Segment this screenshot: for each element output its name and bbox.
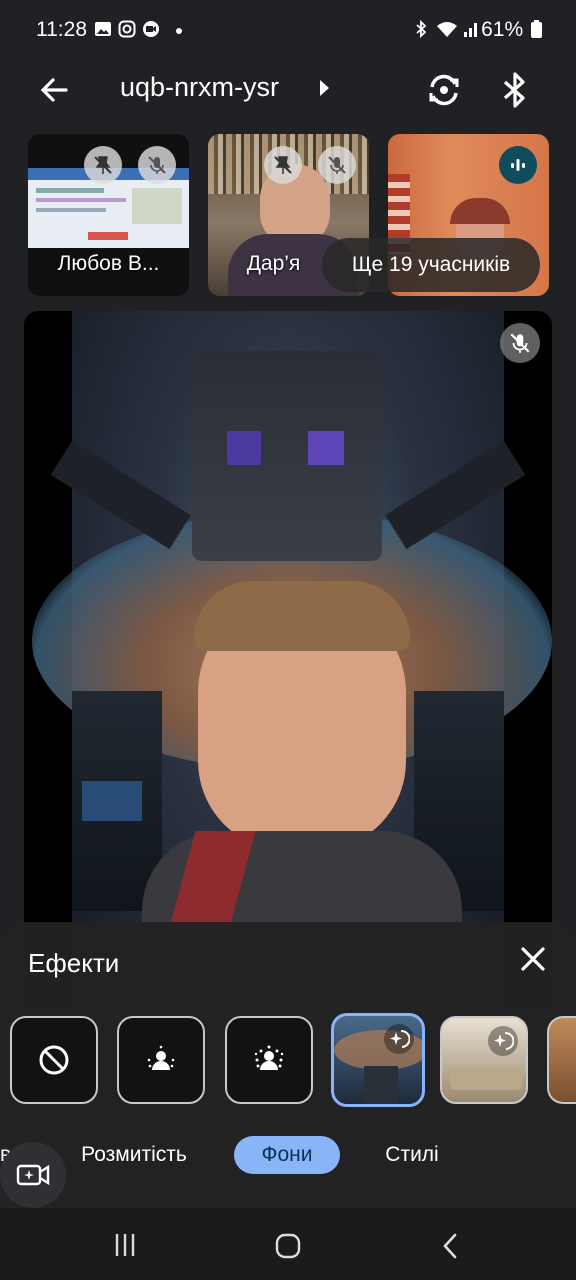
effect-none-button[interactable] [10,1016,98,1104]
effect-slight-blur-button[interactable] [117,1016,205,1104]
animated-effect-icon [384,1024,414,1054]
status-time: 11:28 [36,18,87,41]
dot-icon [176,28,182,34]
switch-camera-icon[interactable] [424,70,464,110]
tab-styles[interactable]: Стилі [380,1136,444,1174]
camera-effects-button[interactable] [0,1142,66,1208]
signal-icon [464,23,477,37]
virtual-background [32,311,552,1011]
wifi-icon [437,22,457,37]
battery-level: 61% [481,18,542,42]
bluetooth-audio-icon[interactable] [498,70,532,110]
instagram-icon [118,20,136,38]
slight-blur-icon [147,1045,175,1070]
bluetooth-status-icon [416,20,427,38]
blur-icon [254,1045,284,1070]
no-effect-icon [39,1045,69,1075]
self-video [24,311,552,1011]
speaking-indicator-icon [499,146,537,184]
mic-off-icon [318,146,356,184]
effect-background-partial[interactable] [547,1016,576,1104]
tab-backgrounds[interactable]: Фони [234,1136,340,1174]
chevron-right-icon[interactable] [320,80,329,96]
back-arrow-icon[interactable] [36,70,76,110]
more-participants-button[interactable]: Ще 19 учасників [322,238,540,292]
back-nav-icon[interactable] [440,1232,460,1260]
battery-percent: 61% [481,18,524,41]
animated-effect-icon [488,1026,518,1056]
effects-title: Ефекти [28,948,120,978]
camera-sparkle-icon [16,1164,50,1186]
pin-off-icon[interactable] [264,146,302,184]
recent-apps-icon[interactable] [112,1232,138,1258]
gallery-icon [95,22,111,36]
effect-space-background-button[interactable] [331,1013,425,1107]
self-mic-off-icon [500,323,540,363]
participant-tile[interactable]: Любов В... [28,134,189,296]
effect-living-room-background-button[interactable] [440,1016,528,1104]
meet-notification-icon [143,21,159,37]
meeting-code[interactable]: uqb-nrxm-ysr [120,72,279,103]
participant-name: Любов В... [57,252,160,275]
effect-blur-button[interactable] [225,1016,313,1104]
pin-off-icon[interactable] [84,146,122,184]
close-icon[interactable] [514,940,552,978]
mic-off-icon [138,146,176,184]
home-icon[interactable] [274,1232,302,1260]
system-nav-bar [0,1208,576,1280]
status-bar: 11:28 61% [0,0,576,60]
battery-icon [531,20,542,38]
tab-blur[interactable]: Розмитість [74,1136,194,1174]
